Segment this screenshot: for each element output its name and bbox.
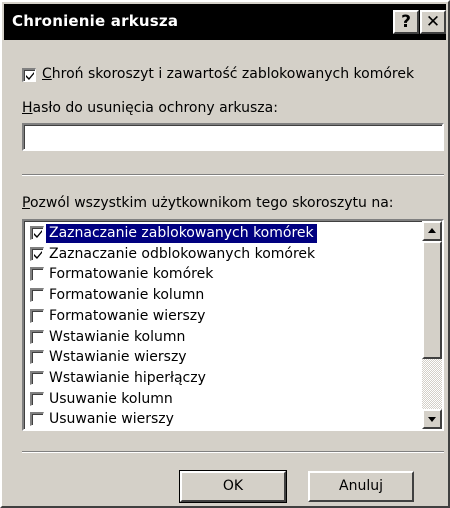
permission-label: Formatowanie komórek [49,266,214,283]
ok-button[interactable]: OK [179,470,287,503]
list-scrollbar[interactable] [422,221,442,429]
protect-checkbox-label[interactable]: Chroń skoroszyt i zawartość zablokowanyc… [42,66,414,82]
list-item[interactable]: Formatowanie komórek [26,264,416,285]
permission-checkbox[interactable] [30,267,44,282]
permission-checkbox[interactable] [30,288,44,303]
permission-checkbox[interactable] [30,350,44,365]
protect-checkbox[interactable] [22,68,36,82]
close-button[interactable]: ✕ [420,10,446,34]
list-item[interactable]: Zaznaczanie zablokowanych komórek [26,223,416,244]
list-item[interactable]: Formatowanie wierszy [26,306,416,327]
password-input[interactable] [22,123,444,151]
list-item[interactable]: Zaznaczanie odblokowanych komórek [26,244,416,265]
title-bar[interactable]: Chronienie arkusza ? ✕ [4,4,446,40]
close-icon: ✕ [425,12,441,32]
permission-label: Wstawianie hiperłączy [49,369,206,386]
permission-label: Zaznaczanie odblokowanych komórek [49,245,316,262]
list-item[interactable]: Formatowanie kolumn [26,285,416,306]
help-icon: ? [401,12,411,32]
permission-checkbox[interactable] [30,308,44,323]
cancel-button[interactable]: Anuluj [308,471,414,502]
scroll-up-button[interactable] [422,221,442,241]
list-item[interactable]: Usuwanie wierszy [26,409,416,429]
permission-label: Formatowanie wierszy [49,307,206,324]
help-button[interactable]: ? [393,10,419,34]
cancel-button-label: Anuluj [339,478,383,494]
list-item[interactable]: Wstawianie wierszy [26,347,416,368]
permission-label: Usuwanie kolumn [49,390,173,407]
protect-sheet-dialog: Chronienie arkusza ? ✕ Chroń skoroszyt i… [0,0,450,508]
permissions-list[interactable]: Zaznaczanie zablokowanych komórek Zaznacz… [22,219,444,431]
permission-label: Wstawianie wierszy [49,349,187,366]
permission-label: Usuwanie wierszy [49,411,174,428]
arrow-down-icon [428,417,436,422]
permission-label: Wstawianie kolumn [49,328,186,345]
permission-checkbox[interactable] [30,246,44,261]
checkmark-icon [34,250,42,259]
permission-checkbox[interactable] [30,226,44,240]
permissions-label: Pozwól wszystkim użytkownikom tego skoro… [22,195,394,211]
permission-checkbox[interactable] [30,329,44,344]
password-label: Hasło do usunięcia ochrony arkusza: [22,100,278,116]
dialog-title: Chronienie arkusza [12,12,179,30]
list-item[interactable]: Wstawianie kolumn [26,327,416,348]
separator-bottom [22,451,444,453]
scroll-thumb[interactable] [422,241,442,359]
checkmark-icon [26,72,34,80]
arrow-up-icon [428,228,436,233]
permission-label: Zaznaczanie zablokowanych komórek [46,224,317,243]
checkmark-icon [34,230,42,238]
permission-checkbox[interactable] [30,412,44,427]
permission-checkbox[interactable] [30,370,44,385]
list-item[interactable]: Usuwanie kolumn [26,389,416,410]
ok-button-label: OK [222,478,244,494]
list-item[interactable]: Wstawianie hiperłączy [26,368,416,389]
separator-top [22,174,444,176]
permission-checkbox[interactable] [30,391,44,406]
permission-label: Formatowanie kolumn [49,287,205,304]
scroll-down-button[interactable] [422,409,442,429]
